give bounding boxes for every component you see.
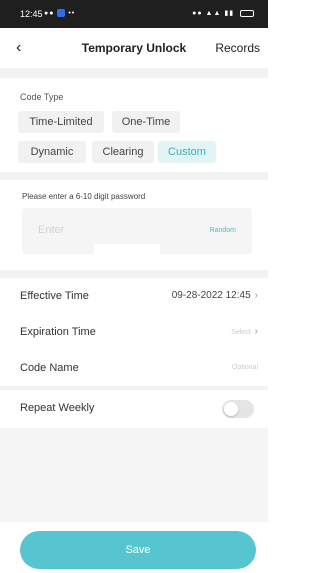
status-bar: 12:45 ●● •• ●● ▲▲ ▮▮ xyxy=(0,0,268,28)
password-underline xyxy=(94,244,160,254)
chevron-right-icon: › xyxy=(254,290,258,301)
expiration-time-label: Expiration Time xyxy=(20,326,96,338)
password-placeholder: Enter xyxy=(38,224,65,236)
toggle-knob xyxy=(224,402,238,416)
password-input[interactable]: Enter Random xyxy=(22,208,252,254)
repeat-weekly-toggle[interactable] xyxy=(222,400,254,418)
status-time: 12:45 xyxy=(20,9,43,19)
divider xyxy=(0,172,268,180)
system-icons: ●● ▲▲ ▮▮ xyxy=(192,9,254,17)
effective-time-label: Effective Time xyxy=(20,290,89,302)
divider xyxy=(0,270,268,278)
empty-area xyxy=(0,428,268,522)
chip-dynamic[interactable]: Dynamic xyxy=(18,141,86,163)
nav-bar: ‹ Temporary Unlock Records xyxy=(0,28,268,68)
chip-one-time[interactable]: One-Time xyxy=(112,111,180,133)
random-button[interactable]: Random xyxy=(210,227,236,234)
chip-custom[interactable]: Custom xyxy=(158,141,216,163)
effective-time-value: 09-28-2022 12:45 › xyxy=(171,290,258,301)
expiration-time-value: Select › xyxy=(231,326,258,337)
save-button[interactable]: Save xyxy=(20,531,256,569)
chip-clearing[interactable]: Clearing xyxy=(92,141,154,163)
code-name-input[interactable]: Optional xyxy=(232,364,258,371)
battery-icon xyxy=(240,9,254,17)
notification-icons: ●● •• xyxy=(44,9,76,17)
chevron-right-icon: › xyxy=(254,326,258,337)
expiration-time-row[interactable]: Expiration Time Select › xyxy=(0,314,268,350)
code-name-row[interactable]: Code Name Optional xyxy=(0,350,268,386)
repeat-weekly-label: Repeat Weekly xyxy=(20,402,95,414)
password-label: Please enter a 6-10 digit password xyxy=(22,192,146,201)
divider xyxy=(0,68,268,78)
chip-time-limited[interactable]: Time-Limited xyxy=(18,111,104,133)
repeat-weekly-row: Repeat Weekly xyxy=(0,390,268,426)
code-type-label: Code Type xyxy=(20,92,64,102)
app-notification-icon xyxy=(57,9,66,17)
records-link[interactable]: Records xyxy=(215,41,260,55)
effective-time-row[interactable]: Effective Time 09-28-2022 12:45 › xyxy=(0,278,268,314)
code-name-label: Code Name xyxy=(20,362,79,374)
